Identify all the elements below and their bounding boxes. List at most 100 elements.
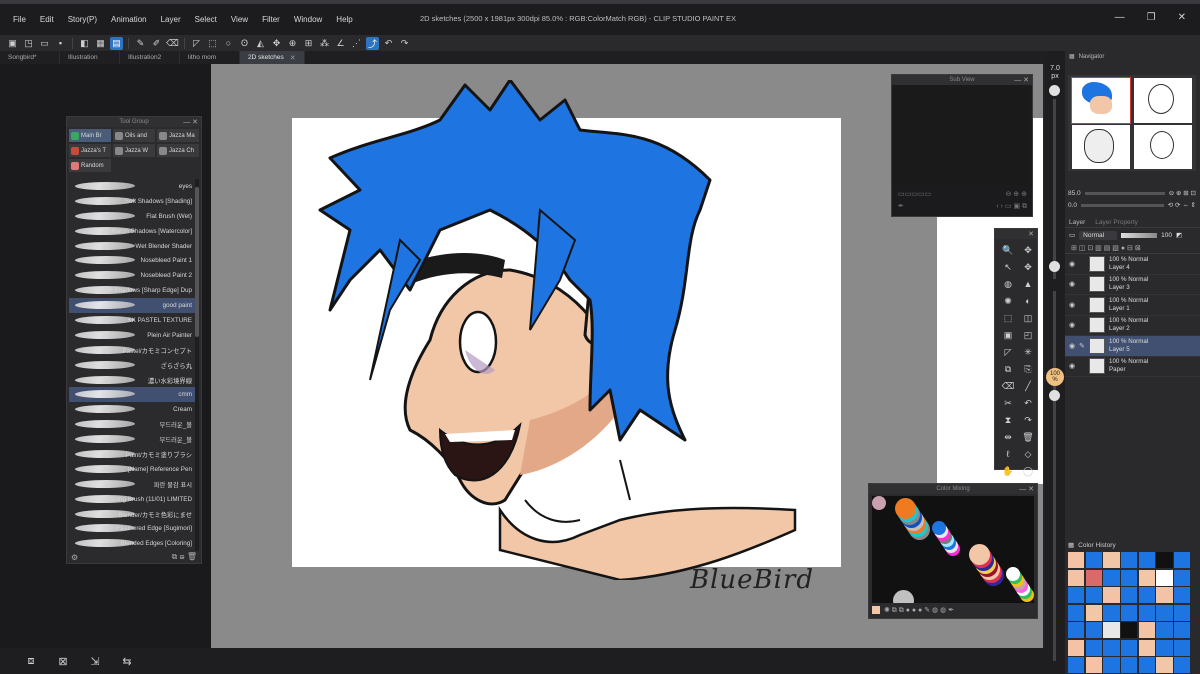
- document-tab[interactable]: 2D sketches ✕: [240, 51, 305, 64]
- color-swatch[interactable]: [1103, 657, 1120, 673]
- menu-help[interactable]: Help: [329, 4, 359, 35]
- layer-tools-icon[interactable]: ⊞ ◫ ⊡ ▥ ▤ ▧ ● ⊟ ⊠: [1071, 244, 1141, 252]
- brush-item[interactable]: Flat Brush (Wet): [69, 209, 195, 224]
- scrollbar-thumb[interactable]: [195, 187, 199, 337]
- brush-item[interactable]: Paint/カモミ塗りブラシ: [69, 447, 195, 462]
- minimize-icon[interactable]: —: [1115, 12, 1125, 23]
- color-swatch[interactable]: [1121, 639, 1138, 656]
- eraser-icon[interactable]: ⌫: [166, 37, 179, 50]
- color-swatch[interactable]: [1068, 569, 1085, 586]
- tool-group-tab[interactable]: Random: [69, 159, 111, 172]
- undo-icon[interactable]: ↶: [382, 37, 395, 50]
- navigator-thumb-sketch-2[interactable]: [1072, 125, 1130, 169]
- fill-tool-icon[interactable]: ▲: [1020, 277, 1036, 291]
- panel-controls-icon[interactable]: — ✕: [1014, 76, 1029, 84]
- color-swatch[interactable]: [1103, 569, 1120, 586]
- stabilizer-icon[interactable]: ∠: [334, 37, 347, 50]
- move-tool-icon[interactable]: ✥: [1020, 243, 1036, 257]
- export-icon[interactable]: ⇲: [88, 654, 102, 668]
- color-swatch[interactable]: [1174, 657, 1191, 673]
- visibility-eye-icon[interactable]: ◉: [1065, 260, 1079, 268]
- clear-icon[interactable]: ◧: [78, 37, 91, 50]
- maximize-icon[interactable]: ❐: [1147, 12, 1156, 23]
- move-icon[interactable]: ✥: [270, 37, 283, 50]
- cut-tool-icon[interactable]: ✂: [1000, 396, 1016, 410]
- panel-controls-icon[interactable]: — ✕: [183, 118, 198, 126]
- panel-controls-icon[interactable]: — ✕: [1019, 485, 1034, 493]
- undo-tool-icon[interactable]: ↶: [1020, 396, 1036, 410]
- brush-item[interactable]: Wet Blender Shader: [69, 239, 195, 254]
- tool-group-tab[interactable]: Jazza W: [113, 144, 155, 157]
- color-swatch[interactable]: [1138, 552, 1155, 568]
- tab-layer[interactable]: Layer: [1069, 219, 1085, 226]
- ruler-tool-icon[interactable]: ◸: [1000, 345, 1016, 359]
- color-swatch[interactable]: [1121, 622, 1138, 638]
- color-swatch[interactable]: [1085, 657, 1102, 673]
- menu-storyp[interactable]: Story(P): [61, 4, 104, 35]
- layer-toggle-icon[interactable]: ⧈: [24, 654, 38, 668]
- selection-icon[interactable]: ⬚: [206, 37, 219, 50]
- fill-icon[interactable]: ◭: [254, 37, 267, 50]
- character-illustration[interactable]: [290, 78, 850, 611]
- color-swatch[interactable]: [1138, 587, 1155, 603]
- tab-layer-property[interactable]: Layer Property: [1095, 219, 1138, 226]
- brush-item[interactable]: Blender/カモミ色彩にませ: [69, 507, 195, 522]
- color-swatch[interactable]: [1121, 587, 1138, 603]
- crop-tool-icon[interactable]: ◰: [1020, 328, 1036, 342]
- color-swatch[interactable]: [1085, 604, 1102, 621]
- brush-item[interactable]: Soft Coloring Brush (11/01) LIMITED: [69, 492, 195, 507]
- sub-view-canvas[interactable]: [895, 87, 1030, 185]
- brush-item[interactable]: ざらざら丸: [69, 358, 195, 373]
- visibility-eye-icon[interactable]: ◉: [1065, 301, 1079, 309]
- color-swatch[interactable]: [1121, 552, 1138, 568]
- layer-opacity-slider[interactable]: [1121, 232, 1158, 238]
- color-swatch[interactable]: [1156, 552, 1173, 568]
- drop-icon[interactable]: ⁂: [318, 37, 331, 50]
- layer-opacity-value[interactable]: 100: [1161, 232, 1172, 239]
- color-swatch[interactable]: [1068, 657, 1085, 673]
- menu-window[interactable]: Window: [287, 4, 329, 35]
- color-swatch[interactable]: [1103, 587, 1120, 603]
- open-folder-icon[interactable]: ▭: [38, 37, 51, 50]
- tool-group-tab[interactable]: Oils and: [113, 129, 155, 142]
- nav-zoom-slider[interactable]: [1084, 191, 1165, 195]
- brush-item[interactable]: good paint: [69, 298, 195, 314]
- close-icon[interactable]: ✕: [1178, 12, 1186, 23]
- color-swatch[interactable]: [1156, 569, 1173, 586]
- nav-zoom-value[interactable]: 85.0: [1068, 190, 1081, 197]
- transform-tool-icon[interactable]: ◫: [1020, 311, 1036, 325]
- brush-size-slider[interactable]: [1053, 99, 1056, 279]
- brush-item[interactable]: 濃い水彩境界線: [69, 373, 195, 388]
- visibility-eye-icon[interactable]: ◉: [1065, 280, 1079, 288]
- color-swatch[interactable]: [1103, 622, 1120, 638]
- navigator-icon[interactable]: ▦: [1069, 53, 1075, 60]
- close-doc-icon[interactable]: ⊠: [56, 654, 70, 668]
- correction-icon[interactable]: ⋰: [350, 37, 363, 50]
- visibility-eye-icon[interactable]: ◉: [1065, 321, 1079, 329]
- auto-select-icon[interactable]: ✺: [1000, 294, 1016, 308]
- line-tool-icon[interactable]: ╱: [1020, 379, 1036, 393]
- transform-icon[interactable]: ⊕: [286, 37, 299, 50]
- pen-icon[interactable]: ✎: [134, 37, 147, 50]
- navigator-tab[interactable]: Navigator: [1079, 54, 1105, 60]
- brush-item[interactable]: Feathered Edge [Sugimori]: [69, 521, 195, 536]
- color-swatch[interactable]: [1156, 639, 1173, 656]
- panel-header[interactable]: Color Mixing — ✕: [869, 484, 1037, 494]
- color-swatch[interactable]: [1085, 622, 1102, 638]
- adjust-icon[interactable]: ⇆: [120, 654, 134, 668]
- menu-edit[interactable]: Edit: [33, 4, 61, 35]
- color-swatch[interactable]: [1174, 552, 1191, 568]
- navigator-thumb-sketch-1[interactable]: [1134, 78, 1192, 123]
- tool-group-tab[interactable]: Jazza Ch: [157, 144, 199, 157]
- menu-view[interactable]: View: [224, 4, 255, 35]
- brush-item[interactable]: eyes: [69, 179, 195, 194]
- swatch-icon[interactable]: [872, 606, 880, 614]
- hand-tool-icon[interactable]: ✋: [1000, 464, 1016, 478]
- brush-item[interactable]: Harsh Shadows [Watercolor]: [69, 224, 195, 239]
- panel-header[interactable]: Tool Group — ✕: [67, 117, 201, 127]
- layer-row[interactable]: ◉ 100 % Normal Layer 3: [1065, 275, 1200, 295]
- color-swatch[interactable]: [1121, 604, 1138, 621]
- document-tab[interactable]: litho mom: [180, 51, 240, 64]
- color-swatch[interactable]: [1085, 639, 1102, 656]
- color-swatch[interactable]: [1156, 604, 1173, 621]
